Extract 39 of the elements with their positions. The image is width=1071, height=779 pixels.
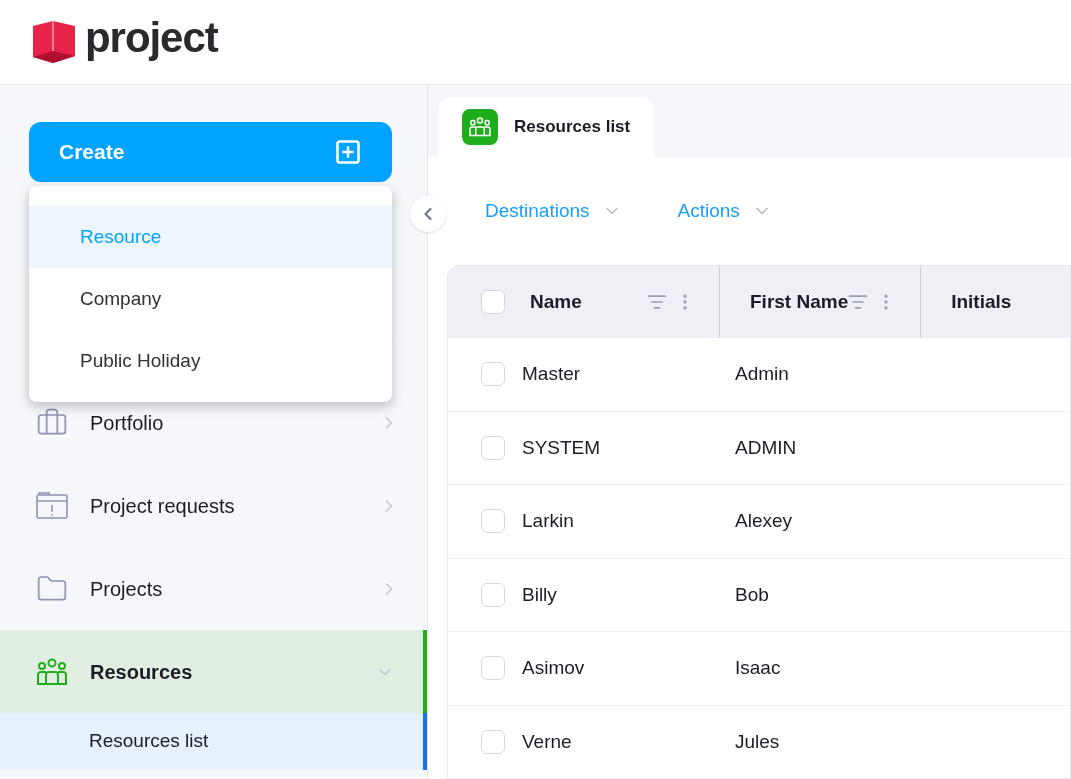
checkbox[interactable]	[481, 729, 505, 754]
checkbox[interactable]	[481, 362, 505, 387]
table-cell-text: SYSTEM	[522, 435, 602, 460]
column-header[interactable]: First Name	[750, 287, 849, 317]
sidebar-subitem[interactable]: Resources list	[0, 713, 427, 770]
checkbox[interactable]	[481, 290, 505, 314]
checkbox[interactable]	[481, 435, 505, 460]
sidebar-label: Project requests	[90, 493, 236, 519]
sidebar-label: Resources	[90, 659, 194, 685]
checkbox[interactable]	[481, 509, 505, 534]
people-drawing	[468, 117, 492, 137]
table-cell-text: Billy	[522, 582, 558, 607]
sidebar-label: Projects	[90, 576, 164, 602]
menu-item[interactable]: Company	[29, 268, 392, 330]
table-cell-text: Verne	[522, 729, 573, 754]
table-cell-text: Admin	[735, 362, 790, 386]
table-cell-text: Larkin	[522, 509, 575, 533]
table-cell-text: Alexey	[735, 509, 794, 533]
table-cell-text: ADMIN	[735, 435, 798, 460]
table-cell-text: Isaac	[735, 656, 782, 680]
sidebar-item[interactable]: Resources	[0, 630, 427, 713]
collapse-button[interactable]	[410, 196, 446, 232]
table-cell-text: Master	[522, 362, 582, 386]
column-header[interactable]: Initials	[951, 287, 1012, 317]
folder-alert-icon	[36, 489, 68, 522]
checkbox[interactable]	[481, 582, 505, 607]
plus-icon	[334, 138, 362, 166]
filter-icon[interactable]	[647, 292, 667, 312]
sidebar-label: Portfolio	[90, 410, 165, 436]
logo-text: project	[85, 17, 218, 59]
checkbox[interactable]	[481, 656, 505, 681]
filter-icon[interactable]	[848, 292, 869, 312]
table-cell-text: Asimov	[522, 656, 586, 680]
sidebar-item[interactable]: Project requests	[0, 464, 427, 547]
table-cell-text: Bob	[735, 582, 770, 607]
table-cell-text: Jules	[735, 729, 781, 754]
column-header[interactable]: Name	[530, 287, 647, 317]
tab[interactable]: Resources list	[438, 97, 655, 157]
sidebar-item[interactable]: Projects	[0, 547, 427, 630]
